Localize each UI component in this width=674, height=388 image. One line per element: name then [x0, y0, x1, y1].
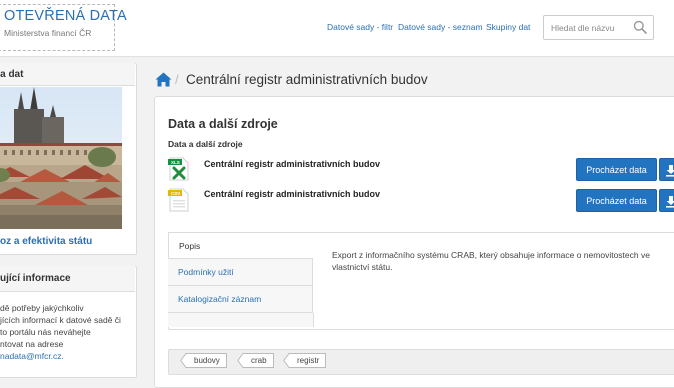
info-line: dě potřeby jakýchkoliv [0, 303, 84, 313]
sidebar-link-efficiency[interactable]: oz a efektivita státu [0, 236, 92, 247]
tab-description[interactable]: Popis [168, 232, 313, 259]
download-button[interactable] [659, 189, 674, 212]
info-email-line: nadata@mfcr.cz. [0, 350, 125, 362]
download-icon [666, 196, 674, 208]
xls-file-icon: XLS [168, 157, 189, 181]
search-icon[interactable] [633, 20, 647, 34]
resource-title[interactable]: Centrální registr administrativních budo… [204, 189, 380, 199]
sidebar-panel-heading: na dat [0, 63, 135, 86]
info-line: ntovat na adrese [0, 339, 64, 349]
download-button[interactable] [659, 158, 674, 181]
prague-castle-photo [0, 87, 122, 229]
nav-datasets-list[interactable]: Datové sady - seznam [398, 22, 483, 32]
tag-registr[interactable]: registr [293, 353, 327, 368]
logo-title[interactable]: OTEVŘENÁ DATA [4, 8, 127, 24]
dataset-description: Export z informačního systému CRAB, kter… [332, 250, 650, 272]
tab-filler [168, 313, 314, 327]
info-email-suffix: . [61, 351, 64, 361]
nav-data-groups[interactable]: Skupiny dat [486, 22, 530, 32]
breadcrumb-current: Centrální registr administrativních budo… [186, 72, 428, 87]
home-icon[interactable] [155, 72, 172, 87]
tab-terms-of-use[interactable]: Podmínky užití [168, 259, 313, 286]
info-line: jících informací k datové sadě či [0, 315, 121, 325]
nav-datasets-filter[interactable]: Datové sady - filtr [327, 22, 393, 32]
resource-title[interactable]: Centrální registr administrativních budo… [204, 159, 380, 169]
sidebar-info-heading-text: ující informace [0, 273, 71, 284]
contact-email-link[interactable]: nadata@mfcr.cz [0, 351, 62, 361]
logo-subtitle: Ministerstva financí ČR [4, 28, 92, 38]
download-icon [666, 165, 674, 177]
csv-file-label: CSV [171, 191, 180, 196]
xls-file-label: XLS [171, 160, 180, 165]
breadcrumb-separator: / [175, 72, 179, 87]
resources-title: Data a další zdroje [168, 117, 278, 131]
tab-catalog-record[interactable]: Katalogizační záznam [168, 286, 313, 313]
tag-crab[interactable]: crab [247, 353, 274, 368]
info-line: to portálu nás neváhejte [0, 327, 91, 337]
sidebar-panel-heading-text: na dat [0, 69, 24, 80]
browse-data-button[interactable]: Procházet data [576, 189, 657, 212]
sidebar-info-heading: ující informace [0, 266, 135, 292]
sidebar-info-text: dě potřeby jakýchkoliv jících informací … [0, 302, 125, 362]
resources-subtitle: Data a další zdroje [168, 139, 243, 149]
tag-budovy[interactable]: budovy [190, 353, 227, 368]
browse-data-button[interactable]: Procházet data [576, 158, 657, 181]
csv-file-icon: CSV [168, 188, 189, 212]
